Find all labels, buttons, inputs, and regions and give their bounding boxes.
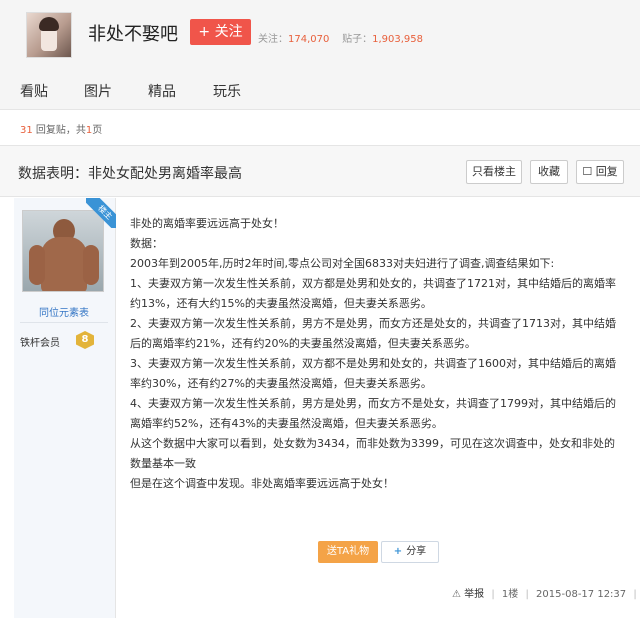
post-line: 数据：: [130, 237, 163, 250]
posts-count: 1,903,958: [372, 34, 423, 45]
share-plus-icon: +: [393, 546, 403, 557]
nav-item-fun[interactable]: 玩乐: [213, 81, 241, 101]
page-text: 页: [92, 125, 103, 136]
author-avatar-body: [41, 237, 87, 291]
post-line: 4、夫妻双方第一次发生性关系前，男方是处男，而女方不是处女，共调查了1799对，…: [130, 397, 616, 430]
author-column: 楼主 同位元素表 铁杆会员 8: [14, 198, 116, 618]
forum-nav: 看贴 图片 精品 玩乐: [0, 68, 640, 110]
forum-avatar-hair: [39, 17, 59, 31]
post-line: 但是在这个调查中发现。非处离婚率要远远高于处女！: [130, 477, 394, 490]
share-button[interactable]: + 分享: [381, 541, 439, 563]
send-gift-button[interactable]: 送TA礼物: [318, 541, 378, 563]
report-link[interactable]: 举报: [464, 589, 484, 600]
only-op-button[interactable]: 只看楼主: [466, 160, 522, 184]
post-line: 非处的离婚率要远远高于处女！: [130, 217, 284, 230]
report-icon: ⚠: [452, 589, 461, 600]
post-line: 3、夫妻双方第一次发生性关系前，双方都不是处男和处女的，共调查了1600对，其中…: [130, 357, 616, 390]
reply-icon: ☐: [582, 165, 593, 178]
member-title: 铁杆会员: [20, 338, 60, 349]
post-line: 2003年到2005年,历时2年时间,零点公司对全国6833对夫妇进行了调查,调…: [130, 257, 555, 270]
post-date: 2015-08-17 12:37: [536, 589, 627, 600]
author-divider: [20, 322, 108, 323]
footer-sep: |: [525, 589, 529, 600]
reply-count: 31: [20, 125, 33, 136]
nav-item-posts[interactable]: 看贴: [20, 81, 48, 101]
author-name[interactable]: 同位元素表: [14, 304, 114, 319]
nav-item-images[interactable]: 图片: [84, 81, 112, 101]
thread-title: 数据表明：非处女配处男离婚率最高: [18, 166, 242, 182]
forum-header: 非处不娶吧 + 关注 关注：174,070 贴子：1,903,958: [0, 0, 640, 68]
reply-text: 回复贴，共: [35, 125, 86, 136]
thread-title-bar: 数据表明：非处女配处男离婚率最高 只看楼主 收藏 ☐ 回复: [0, 145, 640, 197]
follow-button[interactable]: + 关注: [190, 19, 251, 45]
forum-stats: 关注：174,070 贴子：1,903,958: [258, 30, 423, 45]
post-line: 2、夫妻双方第一次发生性关系前，男方不是处男，而女方还是处女的，共调查了1713…: [130, 317, 616, 350]
op-badge-label: 楼主: [86, 198, 116, 228]
nav-item-featured[interactable]: 精品: [148, 81, 176, 101]
posts-label: 贴子：: [342, 34, 373, 45]
share-button-label: 分享: [406, 546, 427, 557]
post-footer: ⚠ 举报 | 1楼 | 2015-08-17 12:37 | 回复: [452, 585, 640, 600]
floor-number: 1楼: [501, 589, 519, 600]
footer-sep: |: [633, 589, 637, 600]
favorite-button[interactable]: 收藏: [530, 160, 568, 184]
forum-avatar[interactable]: [26, 12, 72, 58]
post-line: 1、夫妻双方第一次发生性关系前，双方都是处男和处女的，共调查了1721对，其中结…: [130, 277, 616, 310]
followers-count: 174,070: [288, 34, 330, 45]
level-badge: 8: [76, 331, 94, 349]
post-line: 从这个数据中大家可以看到，处女数为3434，而非处数为3399，可见在这次调查中…: [130, 437, 615, 470]
thread-reply-info: 31 回复贴，共1页: [20, 121, 102, 136]
followers-label: 关注：: [258, 34, 288, 45]
post-content: 非处的离婚率要远远高于处女！ 数据： 2003年到2005年,历时2年时间,零点…: [130, 214, 620, 494]
author-avatar-right-arm: [83, 245, 99, 285]
footer-sep: |: [491, 589, 495, 600]
reply-button-label: 回复: [595, 165, 618, 178]
author-avatar-left-arm: [29, 245, 45, 285]
reply-button[interactable]: ☐ 回复: [576, 160, 624, 184]
op-badge: 楼主: [86, 198, 116, 228]
forum-name[interactable]: 非处不娶吧: [88, 20, 178, 46]
